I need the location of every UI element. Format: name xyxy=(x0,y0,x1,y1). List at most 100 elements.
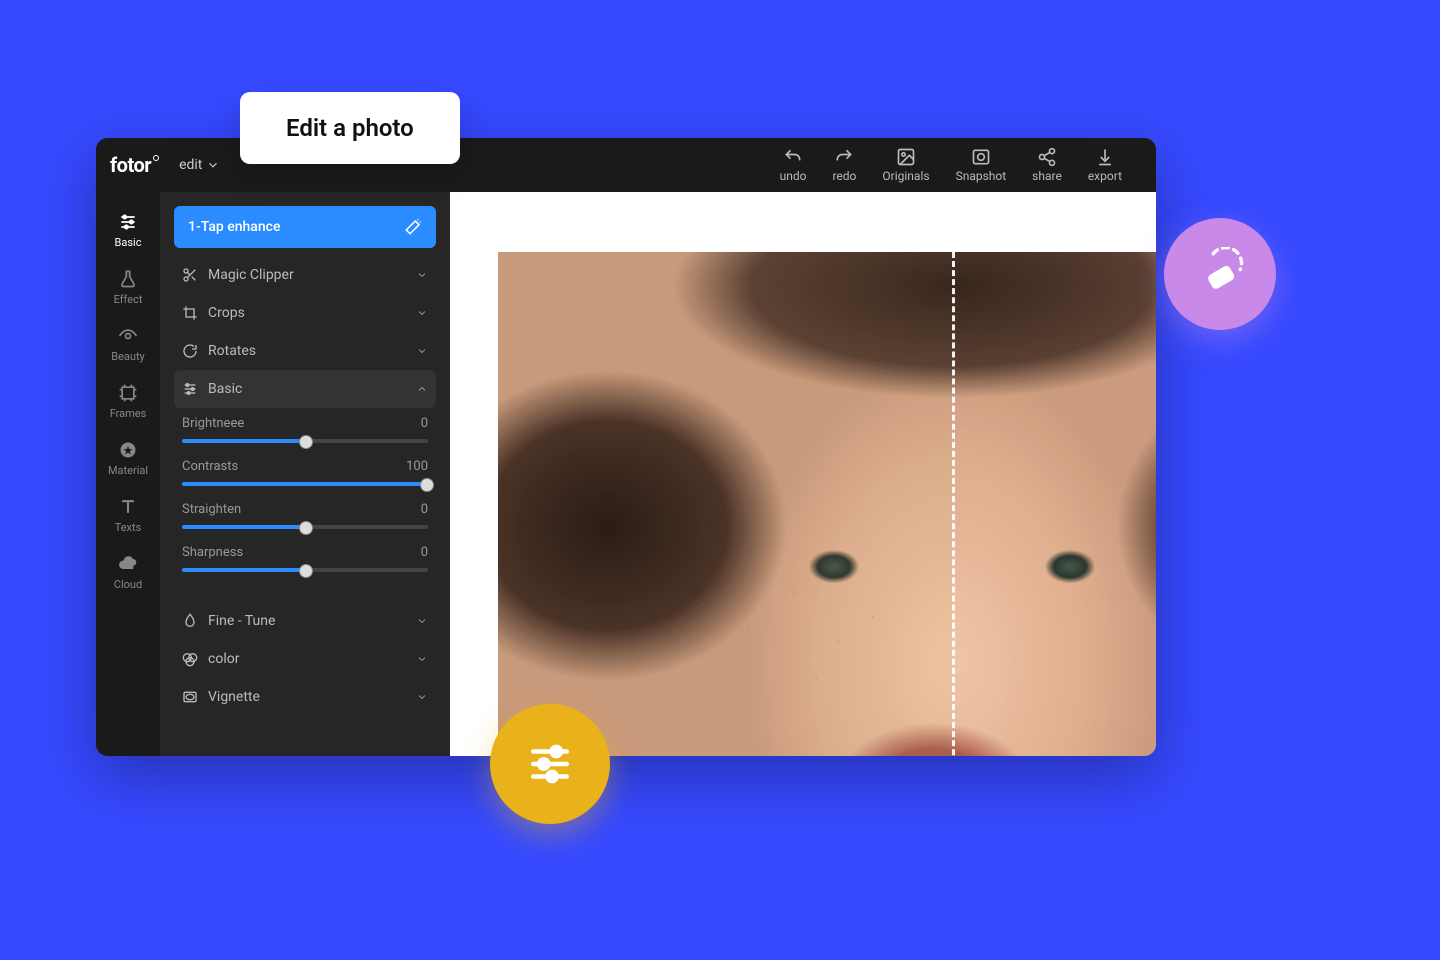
photo-preview xyxy=(498,252,1156,756)
tool-rotates-label: Rotates xyxy=(208,343,406,359)
rail-cloud[interactable]: Cloud xyxy=(96,544,160,601)
slider-straighten-label: Straighten xyxy=(182,502,241,517)
rail-texts-label: Texts xyxy=(115,521,142,534)
chevron-down-icon xyxy=(206,158,220,172)
tool-crops[interactable]: Crops xyxy=(174,294,436,332)
slider-straighten-track[interactable] xyxy=(182,525,428,529)
rail-frames-label: Frames xyxy=(110,407,147,420)
canvas[interactable] xyxy=(450,192,1156,756)
export-button[interactable]: export xyxy=(1088,147,1122,183)
app-window: fotor edit undo redo Originals Snapshot xyxy=(96,138,1156,756)
undo-button[interactable]: undo xyxy=(780,147,807,183)
top-actions: undo redo Originals Snapshot share expor… xyxy=(780,147,1122,183)
camera-icon xyxy=(971,147,991,167)
flask-icon xyxy=(118,269,138,289)
palette-icon xyxy=(182,651,198,667)
enhance-button[interactable]: 1-Tap enhance xyxy=(174,206,436,248)
tool-panel: 1-Tap enhance Magic Clipper Crops Rotate… xyxy=(160,192,450,756)
slider-contrasts-track[interactable] xyxy=(182,482,428,486)
edit-menu[interactable]: edit xyxy=(179,157,220,173)
chevron-down-icon xyxy=(416,691,428,703)
snapshot-label: Snapshot xyxy=(956,169,1007,183)
slider-contrasts-value: 100 xyxy=(406,459,428,474)
slider-brightness-value: 0 xyxy=(421,416,428,431)
tool-magic-clipper[interactable]: Magic Clipper xyxy=(174,256,436,294)
tool-rotates[interactable]: Rotates xyxy=(174,332,436,370)
main-area: Basic Effect Beauty Frames Material Text… xyxy=(96,192,1156,756)
slider-sharpness-track[interactable] xyxy=(182,568,428,572)
tool-basic-label: Basic xyxy=(208,381,406,397)
originals-label: Originals xyxy=(882,169,929,183)
rail-texts[interactable]: Texts xyxy=(96,487,160,544)
rail-basic-label: Basic xyxy=(115,236,142,249)
text-icon xyxy=(118,497,138,517)
chevron-up-icon xyxy=(416,383,428,395)
slider-sharpness[interactable]: Sharpness 0 xyxy=(182,545,428,572)
slider-sharpness-label: Sharpness xyxy=(182,545,243,560)
tool-color-label: color xyxy=(208,651,406,667)
rail-basic[interactable]: Basic xyxy=(96,202,160,259)
slider-brightness-label: Brightneee xyxy=(182,416,244,431)
rail-material[interactable]: Material xyxy=(96,430,160,487)
image-icon xyxy=(896,147,916,167)
compare-divider[interactable] xyxy=(952,252,955,756)
tool-crops-label: Crops xyxy=(208,305,406,321)
left-rail: Basic Effect Beauty Frames Material Text… xyxy=(96,192,160,756)
chevron-down-icon xyxy=(416,269,428,281)
scissors-icon xyxy=(182,267,198,283)
slider-contrasts[interactable]: Contrasts 100 xyxy=(182,459,428,486)
rail-beauty[interactable]: Beauty xyxy=(96,316,160,373)
redo-icon xyxy=(834,147,854,167)
chevron-down-icon xyxy=(416,615,428,627)
download-icon xyxy=(1095,147,1115,167)
star-circle-icon xyxy=(118,440,138,460)
share-label: share xyxy=(1032,169,1062,183)
fab-eraser[interactable] xyxy=(1164,218,1276,330)
share-button[interactable]: share xyxy=(1032,147,1062,183)
slider-sharpness-value: 0 xyxy=(421,545,428,560)
slider-contrasts-label: Contrasts xyxy=(182,459,238,474)
rail-effect[interactable]: Effect xyxy=(96,259,160,316)
drop-icon xyxy=(182,613,198,629)
wand-icon xyxy=(404,218,422,236)
tool-color[interactable]: color xyxy=(174,640,436,678)
rail-effect-label: Effect xyxy=(114,293,143,306)
tool-vignette-label: Vignette xyxy=(208,689,406,705)
vignette-icon xyxy=(182,689,198,705)
redo-label: redo xyxy=(832,169,856,183)
export-label: export xyxy=(1088,169,1122,183)
rail-beauty-label: Beauty xyxy=(111,350,145,363)
undo-icon xyxy=(783,147,803,167)
frame-icon xyxy=(118,383,138,403)
chevron-down-icon xyxy=(416,653,428,665)
slider-brightness[interactable]: Brightneee 0 xyxy=(182,416,428,443)
originals-button[interactable]: Originals xyxy=(882,147,929,183)
magic-eraser-icon xyxy=(1193,247,1247,301)
callout-edit-photo[interactable]: Edit a photo xyxy=(240,92,460,164)
redo-button[interactable]: redo xyxy=(832,147,856,183)
slider-straighten-value: 0 xyxy=(421,502,428,517)
edit-menu-label: edit xyxy=(179,157,202,173)
tool-fine-tune-label: Fine - Tune xyxy=(208,613,406,629)
rail-material-label: Material xyxy=(108,464,148,477)
rail-frames[interactable]: Frames xyxy=(96,373,160,430)
sliders-icon xyxy=(182,381,198,397)
tool-vignette[interactable]: Vignette xyxy=(174,678,436,716)
share-icon xyxy=(1037,147,1057,167)
sliders-icon xyxy=(525,739,575,789)
sliders-icon xyxy=(118,212,138,232)
snapshot-button[interactable]: Snapshot xyxy=(956,147,1007,183)
rotate-icon xyxy=(182,343,198,359)
tool-fine-tune[interactable]: Fine - Tune xyxy=(174,602,436,640)
tool-basic[interactable]: Basic xyxy=(174,370,436,408)
slider-straighten[interactable]: Straighten 0 xyxy=(182,502,428,529)
tool-magic-clipper-label: Magic Clipper xyxy=(208,267,406,283)
crop-icon xyxy=(182,305,198,321)
enhance-label: 1-Tap enhance xyxy=(188,219,280,235)
fab-adjust[interactable] xyxy=(490,704,610,824)
eye-icon xyxy=(118,326,138,346)
chevron-down-icon xyxy=(416,345,428,357)
slider-brightness-track[interactable] xyxy=(182,439,428,443)
rail-cloud-label: Cloud xyxy=(114,578,142,591)
undo-label: undo xyxy=(780,169,807,183)
